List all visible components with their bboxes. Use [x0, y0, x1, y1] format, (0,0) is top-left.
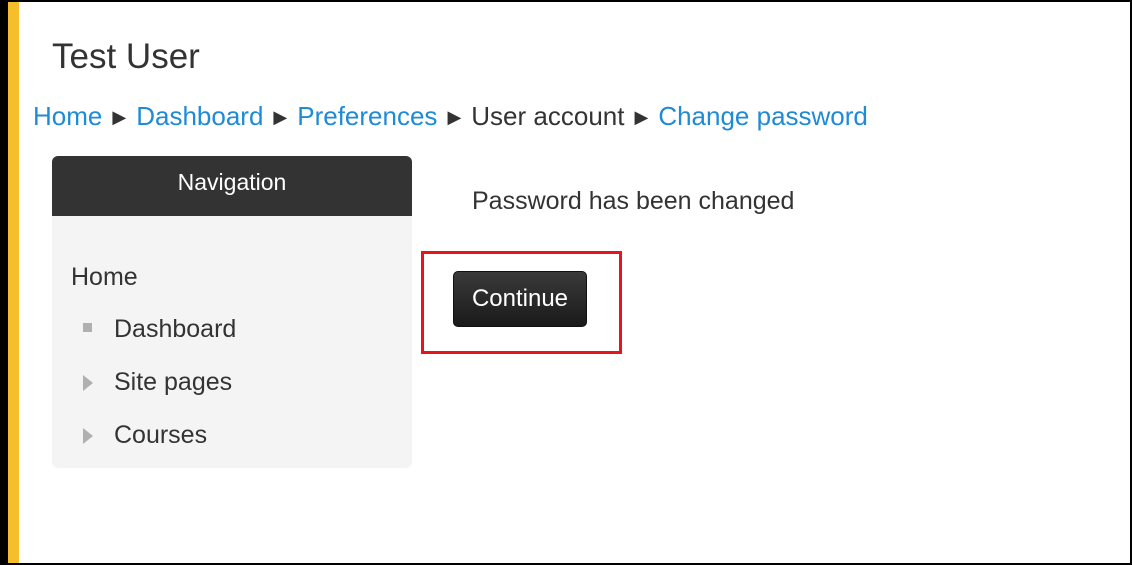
bullet-square-icon	[83, 323, 92, 332]
triangle-right-icon[interactable]	[83, 428, 93, 444]
breadcrumb-separator-icon: ▶	[447, 107, 462, 127]
nav-item-site-pages[interactable]: Site pages	[80, 366, 232, 398]
status-message: Password has been changed	[472, 187, 795, 215]
breadcrumb-separator-icon: ▶	[634, 107, 649, 127]
nav-item-courses[interactable]: Courses	[80, 419, 207, 451]
nav-item-label: Site pages	[114, 368, 233, 396]
page-title: Test User	[52, 37, 200, 76]
breadcrumb-separator-icon: ▶	[112, 107, 127, 127]
nav-item-dashboard[interactable]: Dashboard	[80, 313, 236, 345]
nav-item-label: Dashboard	[114, 315, 237, 343]
nav-item-label: Courses	[114, 421, 208, 449]
breadcrumb: Home ▶ Dashboard ▶ Preferences ▶ User account ▶…	[33, 96, 868, 139]
breadcrumb-home-link[interactable]: Home	[33, 101, 102, 131]
navigation-header: Navigation	[52, 156, 412, 216]
triangle-right-icon[interactable]	[83, 375, 93, 391]
continue-button[interactable]: Continue	[453, 271, 587, 327]
breadcrumb-preferences-link[interactable]: Preferences	[297, 101, 437, 131]
accent-bar	[8, 2, 19, 563]
breadcrumb-dashboard-link[interactable]: Dashboard	[136, 101, 263, 131]
breadcrumb-change-password-link[interactable]: Change password	[658, 101, 868, 131]
breadcrumb-separator-icon: ▶	[273, 107, 288, 127]
nav-home-link[interactable]: Home	[71, 261, 138, 293]
navigation-block: Navigation Home Dashboard Site pages Cou…	[52, 156, 412, 468]
breadcrumb-user-account: User account	[471, 101, 625, 131]
